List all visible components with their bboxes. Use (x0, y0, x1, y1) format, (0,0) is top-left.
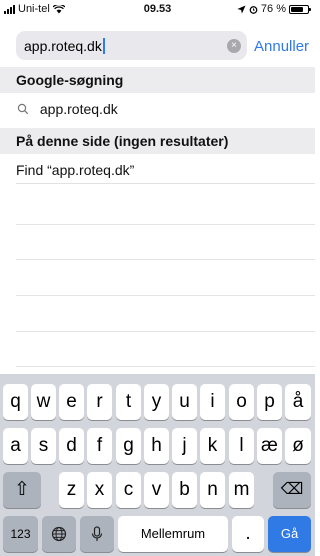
key-j[interactable]: j (172, 428, 197, 464)
go-button[interactable]: Gå (268, 516, 311, 552)
google-search-header: Google-søgning (0, 67, 315, 93)
period-key[interactable]: . (232, 516, 264, 552)
numbers-key[interactable]: 123 (3, 516, 38, 552)
key-f[interactable]: f (87, 428, 112, 464)
key-i[interactable]: i (200, 384, 225, 420)
find-on-page-label: Find “app.roteq.dk” (16, 162, 135, 178)
key-oe[interactable]: ø (285, 428, 311, 464)
key-b[interactable]: b (172, 472, 197, 508)
key-l[interactable]: l (229, 428, 254, 464)
space-key[interactable]: Mellemrum (118, 516, 228, 552)
key-y[interactable]: y (144, 384, 169, 420)
key-ae[interactable]: æ (257, 428, 282, 464)
globe-key[interactable] (42, 516, 76, 552)
list-divider (16, 259, 315, 260)
backspace-icon: ⌫ (280, 481, 304, 498)
url-input[interactable]: app.roteq.dk × (16, 31, 247, 60)
globe-icon (51, 526, 67, 542)
alarm-icon (249, 5, 258, 14)
key-e[interactable]: e (59, 384, 84, 420)
list-divider (16, 224, 315, 225)
url-input-value[interactable]: app.roteq.dk (24, 38, 105, 54)
key-q[interactable]: q (3, 384, 28, 420)
key-d[interactable]: d (59, 428, 84, 464)
backspace-key[interactable]: ⌫ (273, 472, 311, 508)
key-a[interactable]: a (3, 428, 28, 464)
text-caret (102, 38, 105, 54)
key-t[interactable]: t (116, 384, 141, 420)
key-r[interactable]: r (87, 384, 112, 420)
key-x[interactable]: x (87, 472, 112, 508)
on-page-header: På denne side (ingen resultater) (0, 128, 315, 154)
google-suggestion-label: app.roteq.dk (39, 101, 118, 117)
keyboard: q w e r t y u i o p å a s d f g h j k l … (0, 374, 315, 556)
search-icon (17, 103, 29, 115)
find-on-page-item[interactable]: Find “app.roteq.dk” (16, 156, 315, 184)
battery-icon (289, 4, 311, 14)
shift-icon: ⇧ (14, 479, 30, 500)
microphone-icon (91, 526, 103, 541)
key-h[interactable]: h (144, 428, 169, 464)
list-divider (16, 331, 315, 332)
key-u[interactable]: u (172, 384, 197, 420)
location-arrow-icon (237, 4, 246, 14)
key-m[interactable]: m (229, 472, 254, 508)
microphone-key[interactable] (80, 516, 114, 552)
list-divider (16, 366, 315, 367)
battery-percent: 76 % (260, 3, 286, 15)
cancel-button[interactable]: Annuller (254, 38, 309, 55)
key-p[interactable]: p (257, 384, 282, 420)
list-divider (16, 295, 315, 296)
key-z[interactable]: z (59, 472, 84, 508)
key-c[interactable]: c (116, 472, 141, 508)
key-n[interactable]: n (200, 472, 225, 508)
status-bar: Uni-tel 09.53 76 % (0, 0, 315, 18)
clear-text-icon[interactable]: × (227, 39, 241, 53)
google-suggestion-item[interactable]: app.roteq.dk (16, 95, 315, 123)
status-right: 76 % (237, 3, 311, 15)
key-aa[interactable]: å (285, 384, 311, 420)
key-k[interactable]: k (200, 428, 225, 464)
key-g[interactable]: g (116, 428, 141, 464)
key-w[interactable]: w (31, 384, 56, 420)
key-o[interactable]: o (229, 384, 254, 420)
key-v[interactable]: v (144, 472, 169, 508)
search-row: app.roteq.dk × Annuller (0, 27, 315, 63)
key-s[interactable]: s (31, 428, 56, 464)
shift-key[interactable]: ⇧ (3, 472, 41, 508)
